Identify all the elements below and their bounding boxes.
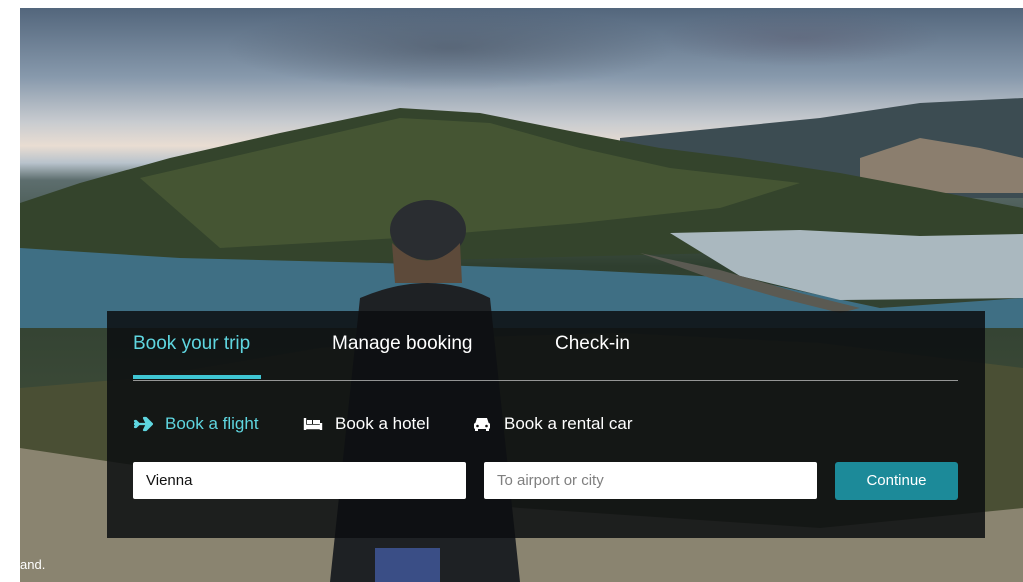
tab-manage-booking[interactable]: Manage booking [332, 333, 473, 355]
option-book-a-flight[interactable]: Book a flight [133, 414, 259, 434]
booking-panel: Book your trip Manage booking Check-in B… [107, 311, 985, 538]
airplane-icon [133, 415, 153, 433]
car-icon [472, 415, 492, 433]
option-label: Book a flight [165, 414, 259, 433]
bed-icon [303, 415, 323, 433]
tab-check-in[interactable]: Check-in [555, 333, 630, 355]
booking-tabs: Book your trip Manage booking Check-in [133, 311, 958, 381]
tab-book-your-trip[interactable]: Book your trip [133, 333, 250, 355]
option-book-a-hotel[interactable]: Book a hotel [303, 414, 430, 434]
option-label: Book a hotel [335, 414, 430, 433]
to-airport-input[interactable]: To airport or city [484, 462, 817, 499]
option-label: Book a rental car [504, 414, 633, 433]
option-book-a-rental-car[interactable]: Book a rental car [472, 414, 633, 434]
from-airport-input[interactable]: Vienna [133, 462, 466, 499]
image-caption: and. [20, 557, 46, 572]
active-tab-indicator [133, 375, 261, 379]
continue-button[interactable]: Continue [835, 462, 958, 500]
